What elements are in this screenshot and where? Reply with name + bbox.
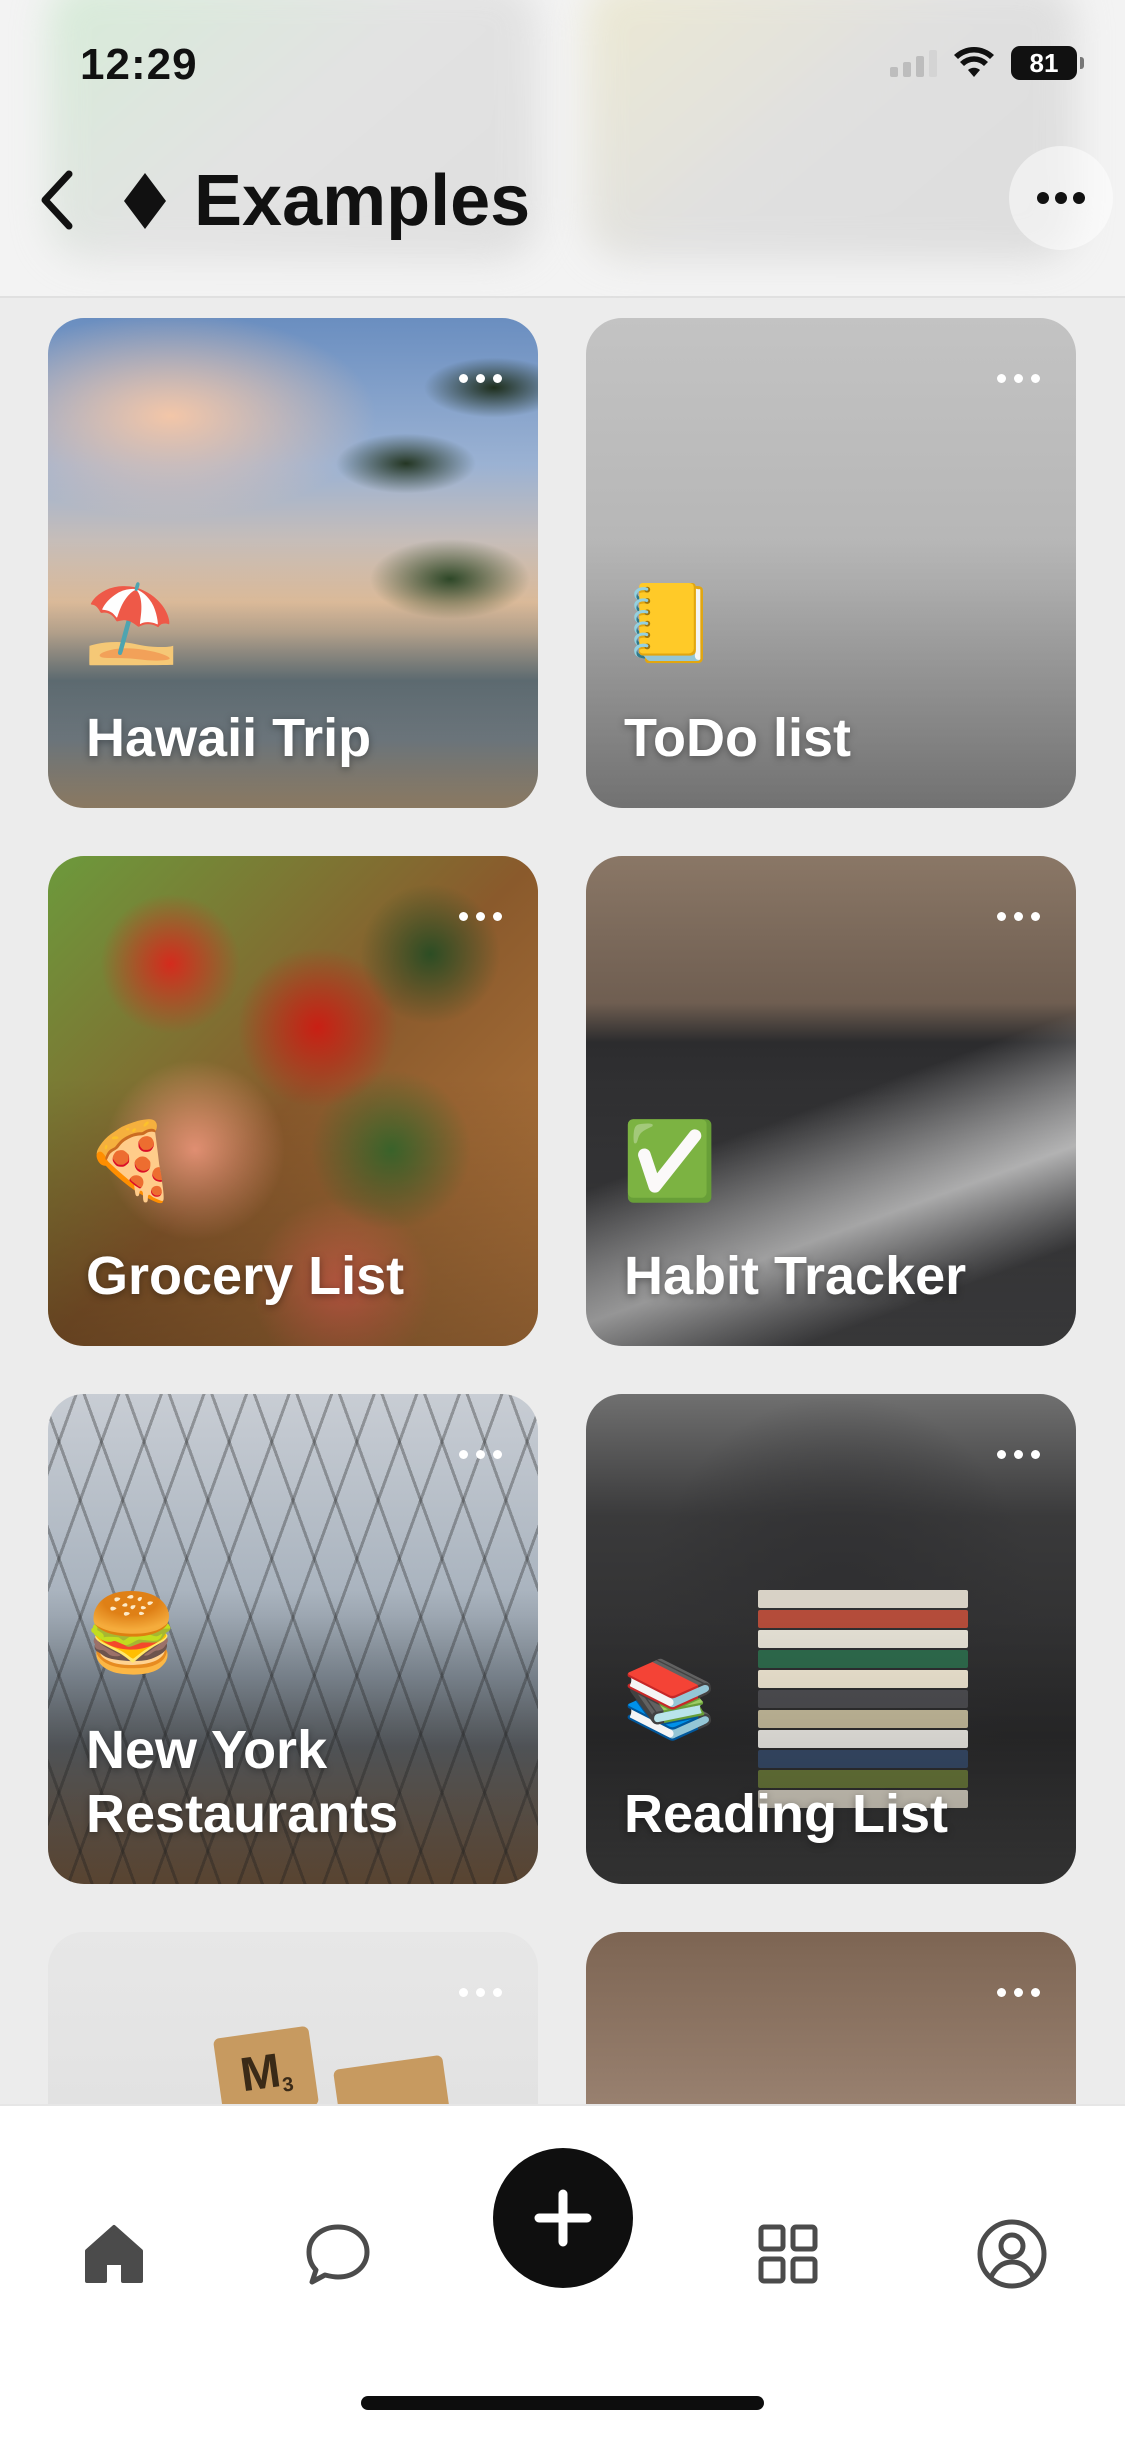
card-more-icon[interactable] (997, 1988, 1040, 1997)
card-title: Hawaii Trip (86, 708, 372, 768)
tab-profile[interactable] (962, 2204, 1062, 2304)
card-reading-list[interactable]: 📚 Reading List (586, 1394, 1076, 1884)
books-icon: 📚 (622, 1657, 717, 1742)
tab-chat[interactable] (288, 2204, 388, 2304)
bottom-tab-bar (0, 2104, 1125, 2438)
card-more-icon[interactable] (459, 374, 502, 383)
home-indicator[interactable] (361, 2396, 764, 2410)
cellular-signal-icon (890, 49, 937, 77)
page-title: Examples (194, 161, 531, 241)
card-hawaii-trip[interactable]: ⛱️ Hawaii Trip (48, 318, 538, 808)
check-mark-icon: ✅ (622, 1119, 717, 1204)
card-more-icon[interactable] (997, 912, 1040, 921)
card-more-icon[interactable] (997, 1450, 1040, 1459)
back-button[interactable] (22, 160, 92, 240)
card-new-york-restaurants[interactable]: 🍔 New York Restaurants (48, 1394, 538, 1884)
pizza-icon: 🍕 (84, 1119, 179, 1204)
card-habit-tracker[interactable]: ✅ Habit Tracker (586, 856, 1076, 1346)
card-more-icon[interactable] (459, 912, 502, 921)
burger-icon: 🍔 (84, 1591, 179, 1676)
top-bar: 12:29 81 Examples (0, 0, 1125, 298)
status-indicators: 81 (890, 46, 1084, 80)
grid-icon (758, 2224, 818, 2284)
battery-level: 81 (1029, 47, 1059, 78)
umbrella-icon: ⛱️ (84, 581, 179, 666)
plus-icon (534, 2189, 592, 2247)
add-button[interactable] (493, 2148, 633, 2288)
wifi-icon (954, 47, 994, 77)
card-title: Grocery List (86, 1246, 405, 1306)
card-todo-list[interactable]: 📒 ToDo list (586, 318, 1076, 808)
diamond-icon (122, 173, 168, 229)
notebook-icon: 📒 (622, 581, 717, 666)
card-title: ToDo list (624, 708, 851, 768)
card-more-icon[interactable] (459, 1988, 502, 1997)
blurred-card-behind-header (586, 0, 1076, 260)
home-icon (85, 2225, 143, 2283)
card-grocery-list[interactable]: 🍕 Grocery List (48, 856, 538, 1346)
more-options-button[interactable] (1009, 146, 1113, 250)
card-more-icon[interactable] (997, 374, 1040, 383)
card-title: Habit Tracker (624, 1246, 967, 1306)
tab-grid[interactable] (738, 2204, 838, 2304)
card-more-icon[interactable] (459, 1450, 502, 1459)
ellipsis-icon (1037, 192, 1085, 204)
chat-bubble-icon (306, 2224, 370, 2285)
card-title: New York Restaurants (86, 1720, 399, 1844)
status-time: 12:29 (80, 40, 198, 89)
tab-home[interactable] (64, 2204, 164, 2304)
page-title-group: Examples (122, 160, 530, 242)
profile-icon (977, 2219, 1047, 2289)
chevron-left-icon (41, 170, 73, 230)
battery-icon: 81 (1011, 46, 1084, 80)
card-title: Reading List (624, 1784, 949, 1844)
